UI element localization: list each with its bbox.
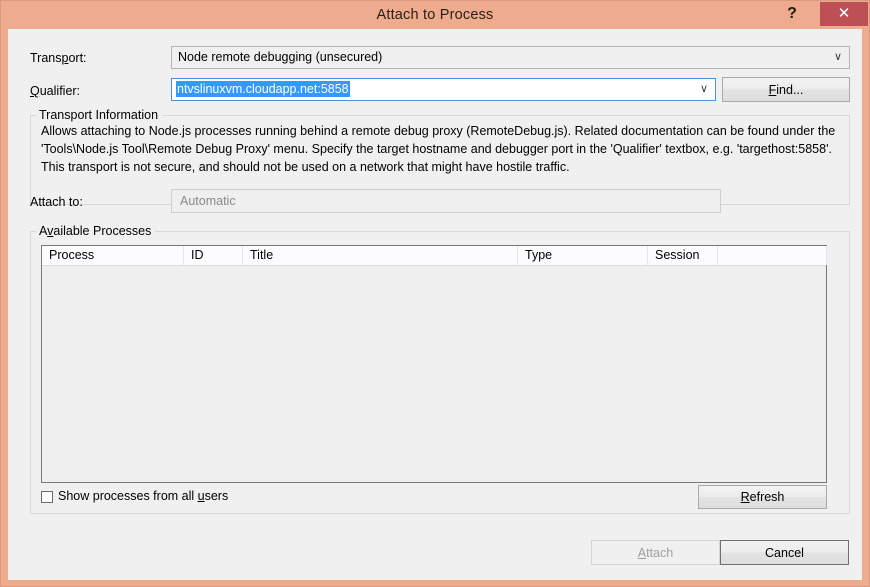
checkbox-box[interactable]: [41, 491, 53, 503]
processes-listview-header: Process ID Title Type Session: [42, 246, 827, 266]
transport-information-line-3: This transport is not secure, and should…: [41, 160, 570, 174]
title-bar: Attach to Process ? ✕: [1, 1, 869, 29]
find-button[interactable]: Find...: [722, 77, 850, 102]
transport-value: Node remote debugging (unsecured): [178, 50, 383, 64]
chevron-down-icon: ∨: [833, 51, 842, 63]
column-header-extra[interactable]: [718, 246, 827, 265]
cancel-button[interactable]: Cancel: [720, 540, 849, 565]
attach-button[interactable]: Attach: [591, 540, 720, 565]
processes-listview[interactable]: Process ID Title Type Session: [41, 245, 827, 483]
close-icon[interactable]: ✕: [820, 2, 868, 26]
qualifier-label: Qualifier:: [30, 84, 81, 98]
qualifier-input[interactable]: ntvslinuxvm.cloudapp.net:5858 ∨: [171, 78, 716, 101]
chevron-down-icon: ∨: [699, 83, 708, 95]
processes-listview-body[interactable]: [42, 266, 826, 482]
column-header-id[interactable]: ID: [184, 246, 243, 265]
attach-to-label: Attach to:: [30, 195, 83, 209]
dialog-client-area: Transport: Node remote debugging (unsecu…: [8, 29, 862, 580]
cancel-button-label: Cancel: [765, 545, 804, 560]
transport-information-title: Transport Information: [36, 108, 163, 122]
transport-label: Transport:: [30, 51, 87, 65]
column-header-session[interactable]: Session: [648, 246, 718, 265]
qualifier-value: ntvslinuxvm.cloudapp.net:5858: [176, 81, 350, 97]
attach-to-value: Automatic: [180, 194, 236, 208]
column-header-type[interactable]: Type: [518, 246, 648, 265]
column-header-process[interactable]: Process: [42, 246, 184, 265]
available-processes-title: Available Processes: [36, 224, 156, 238]
show-all-users-label: Show processes from all users: [58, 489, 229, 503]
column-header-title[interactable]: Title: [243, 246, 518, 265]
refresh-button[interactable]: Refresh: [698, 485, 827, 509]
attach-to-process-dialog: Attach to Process ? ✕ Transport: Node re…: [0, 0, 870, 587]
dialog-title: Attach to Process: [376, 7, 494, 23]
transport-information-line-2: 'Tools\Node.js Tool\Remote Debug Proxy' …: [41, 142, 832, 156]
help-icon[interactable]: ?: [779, 2, 805, 26]
transport-dropdown[interactable]: Node remote debugging (unsecured) ∨: [171, 46, 850, 69]
transport-information-line-1: Allows attaching to Node.js processes ru…: [41, 124, 836, 138]
attach-to-field: Automatic: [171, 189, 721, 213]
